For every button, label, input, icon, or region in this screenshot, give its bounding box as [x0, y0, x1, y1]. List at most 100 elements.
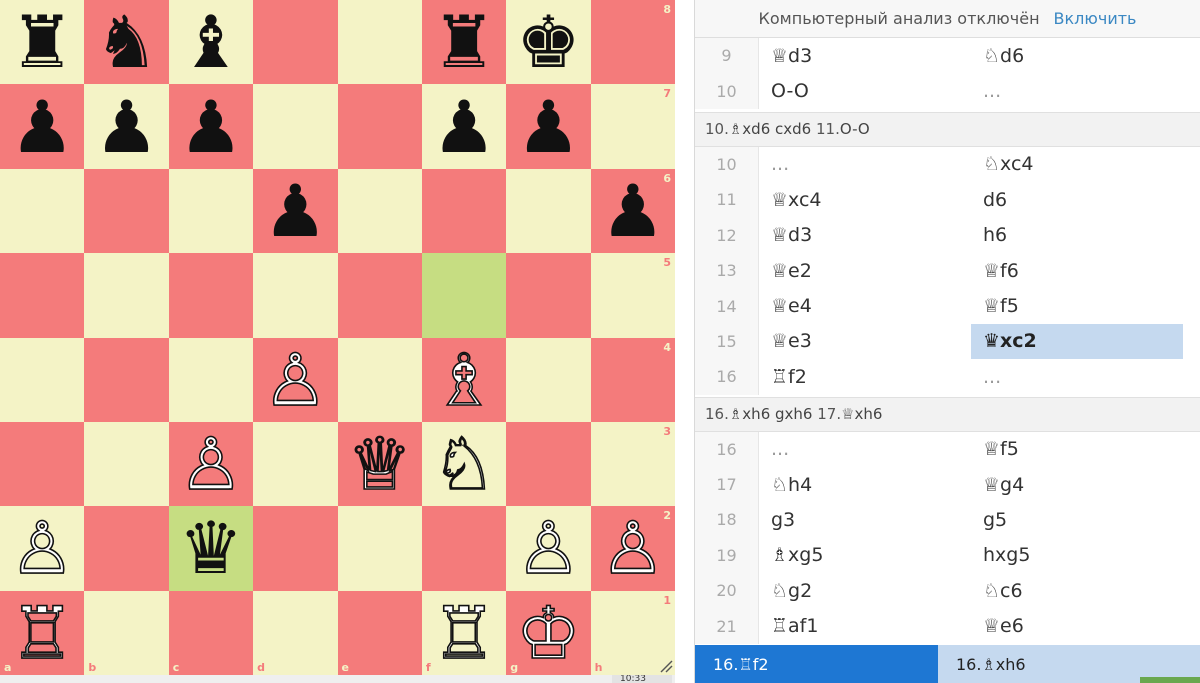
square-f8[interactable]: ♜	[421, 0, 507, 85]
chess-piece[interactable]: ♟	[516, 91, 581, 163]
square-c4[interactable]	[168, 337, 254, 422]
square-e8[interactable]	[337, 0, 422, 85]
white-move[interactable]: ♕e4	[759, 288, 971, 323]
square-d2[interactable]	[253, 506, 338, 591]
square-h8[interactable]: 8	[590, 0, 675, 85]
black-move[interactable]: ♘xc4	[971, 147, 1183, 182]
black-move[interactable]: ♕e6	[971, 608, 1183, 643]
white-move[interactable]: ♕e3	[759, 324, 971, 359]
white-move[interactable]: O-O	[759, 73, 971, 108]
square-d5[interactable]	[253, 253, 338, 338]
current-move-button[interactable]: 16.♖f2	[695, 645, 938, 683]
chess-piece[interactable]: ♝	[179, 6, 244, 78]
square-f2[interactable]	[421, 506, 507, 591]
square-g6[interactable]	[506, 168, 591, 254]
square-d1[interactable]: d	[253, 590, 338, 675]
chess-piece[interactable]: ♟	[94, 91, 159, 163]
square-g2[interactable]: ♙	[506, 506, 591, 591]
square-c1[interactable]: c	[168, 590, 254, 675]
black-move[interactable]: ...	[971, 73, 1183, 108]
black-move[interactable]: g5	[971, 502, 1183, 537]
white-move[interactable]: ♗xg5	[759, 538, 971, 573]
square-f1[interactable]: ♖ f	[421, 590, 507, 675]
square-c8[interactable]: ♝	[168, 0, 254, 85]
variation-moves[interactable]: ♗xd6 cxd6	[729, 120, 811, 138]
chess-piece[interactable]: ♖	[431, 596, 497, 670]
variation-line[interactable]: 10. ♗xd6 cxd6 11. O-O	[695, 111, 1200, 147]
square-b2[interactable]	[84, 506, 169, 591]
square-c3[interactable]: ♙	[168, 421, 254, 507]
square-h7[interactable]: 7	[590, 84, 675, 169]
white-move[interactable]: g3	[759, 502, 971, 537]
square-f7[interactable]: ♟	[421, 84, 507, 169]
black-move[interactable]: ♕g4	[971, 467, 1183, 502]
variation-moves[interactable]: O-O	[840, 120, 870, 138]
chess-piece[interactable]: ♕	[347, 427, 413, 501]
square-a2[interactable]: ♙	[0, 506, 85, 591]
white-move[interactable]: ♖af1	[759, 608, 971, 643]
square-d8[interactable]	[253, 0, 338, 85]
square-e2[interactable]	[337, 506, 422, 591]
black-move[interactable]: hxg5	[971, 538, 1183, 573]
square-g7[interactable]: ♟	[506, 84, 591, 169]
square-f4[interactable]: ♗	[421, 337, 507, 422]
chess-piece[interactable]: ♗	[431, 343, 497, 417]
chess-piece[interactable]: ♜	[432, 6, 497, 78]
square-a5[interactable]	[0, 253, 85, 338]
square-g1[interactable]: ♔ g	[506, 590, 591, 675]
board-resize-icon[interactable]	[659, 659, 673, 673]
black-move[interactable]: ♘d6	[971, 38, 1183, 73]
chess-piece[interactable]: ♛	[179, 512, 244, 584]
white-move[interactable]: ♖f2	[759, 359, 971, 394]
chess-piece[interactable]: ♜	[10, 6, 75, 78]
white-move[interactable]: ♕e2	[759, 253, 971, 288]
white-move[interactable]: ♘g2	[759, 573, 971, 608]
chess-piece[interactable]: ♔	[515, 596, 581, 670]
chess-piece[interactable]: ♞	[94, 6, 159, 78]
black-move[interactable]: ...	[971, 359, 1183, 394]
square-e3[interactable]: ♕	[337, 421, 422, 507]
square-g4[interactable]	[506, 337, 591, 422]
black-move[interactable]: ♕f6	[971, 253, 1183, 288]
square-c7[interactable]: ♟	[168, 84, 254, 169]
square-f6[interactable]	[421, 168, 507, 254]
variation-moves[interactable]: ♕xh6	[841, 405, 882, 423]
variation-moves[interactable]: ♗xh6 gxh6	[729, 405, 813, 423]
white-move[interactable]: ♕xc4	[759, 182, 971, 217]
square-h3[interactable]: 3	[590, 421, 675, 507]
square-c2[interactable]: ♛	[168, 506, 254, 591]
square-e6[interactable]	[337, 168, 422, 254]
square-c6[interactable]	[168, 168, 254, 254]
black-move[interactable]: ♕f5	[971, 432, 1183, 467]
enable-analysis-link[interactable]: Включить	[1054, 9, 1137, 28]
square-h2[interactable]: ♙ 2	[590, 506, 675, 591]
black-move[interactable]: d6	[971, 182, 1183, 217]
chess-piece[interactable]: ♘	[431, 427, 497, 501]
square-a1[interactable]: ♖ a	[0, 590, 85, 675]
square-e1[interactable]: e	[337, 590, 422, 675]
square-f5[interactable]	[421, 253, 507, 338]
square-a8[interactable]: ♜	[0, 0, 85, 85]
square-b7[interactable]: ♟	[84, 84, 169, 169]
chess-piece[interactable]: ♟	[601, 175, 666, 247]
square-b4[interactable]	[84, 337, 169, 422]
chess-piece[interactable]: ♟	[10, 91, 75, 163]
chess-piece[interactable]: ♙	[600, 512, 666, 586]
chess-piece[interactable]: ♟	[263, 175, 328, 247]
chess-piece[interactable]: ♙	[178, 427, 244, 501]
white-move[interactable]: ...	[759, 432, 971, 467]
square-d3[interactable]	[253, 421, 338, 507]
square-e5[interactable]	[337, 253, 422, 338]
square-c5[interactable]	[168, 253, 254, 338]
chess-piece[interactable]: ♟	[432, 91, 497, 163]
chess-piece[interactable]: ♙	[515, 512, 581, 586]
square-g3[interactable]	[506, 421, 591, 507]
square-a7[interactable]: ♟	[0, 84, 85, 169]
square-b5[interactable]	[84, 253, 169, 338]
black-move[interactable]: ♛xc2	[971, 323, 1183, 360]
square-b3[interactable]	[84, 421, 169, 507]
square-b6[interactable]	[84, 168, 169, 254]
square-f3[interactable]: ♘	[421, 421, 507, 507]
chess-piece[interactable]: ♟	[179, 91, 244, 163]
square-h6[interactable]: ♟ 6	[590, 168, 675, 254]
